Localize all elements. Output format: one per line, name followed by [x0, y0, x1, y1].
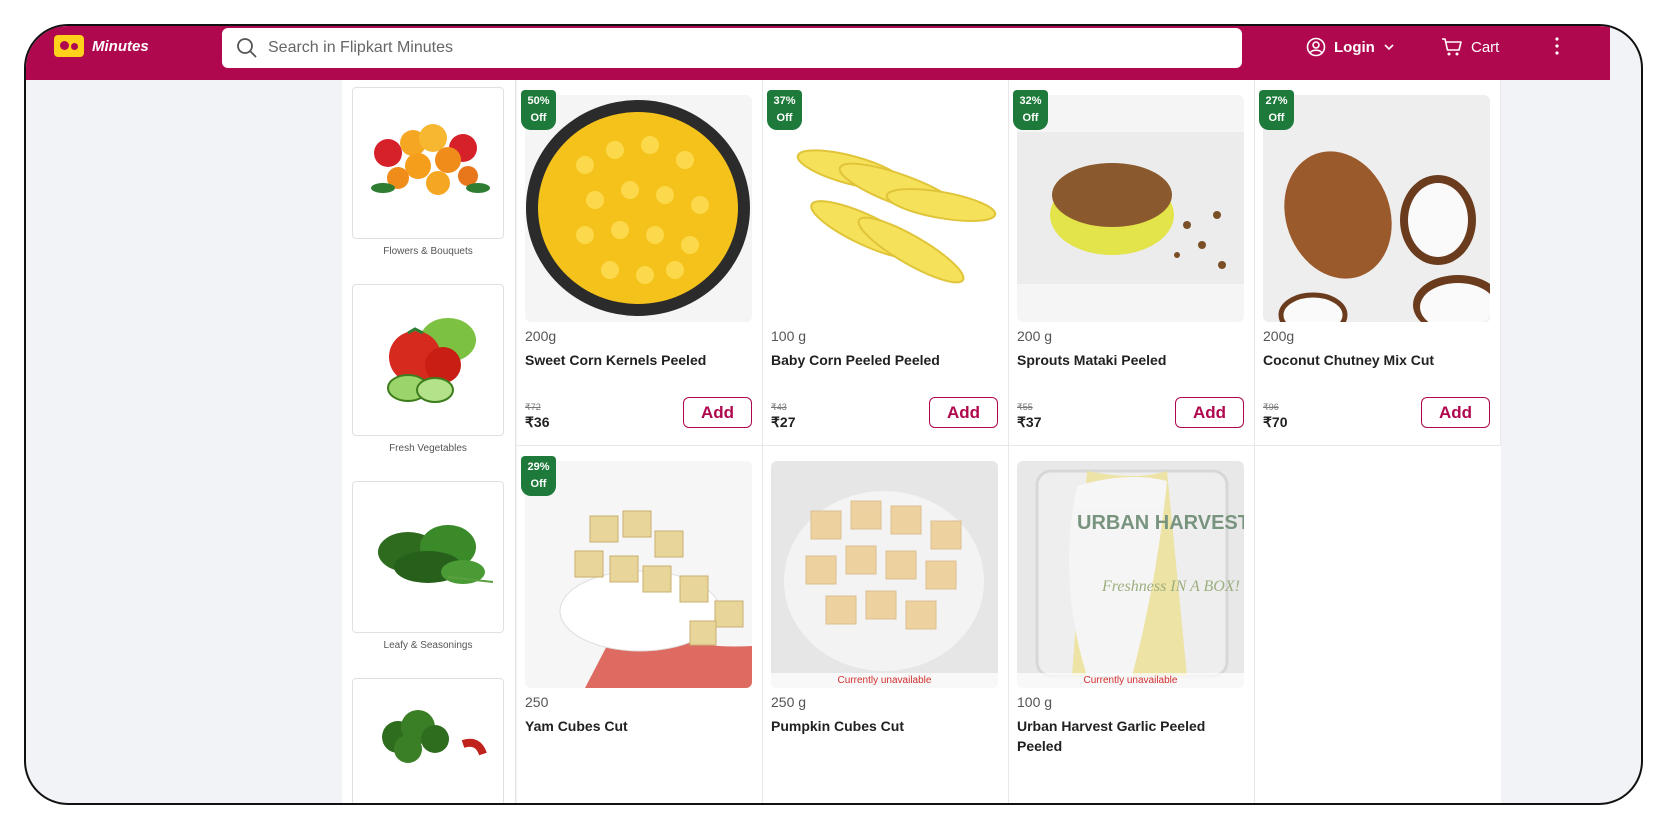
- product-name: Sweet Corn Kernels Peeled: [525, 352, 707, 368]
- add-to-cart-button[interactable]: Add: [683, 397, 752, 428]
- sprouts-image: [1017, 95, 1244, 322]
- brand-logo[interactable]: Minutes: [54, 35, 149, 57]
- category-more[interactable]: [352, 678, 504, 803]
- flowers-image: [352, 87, 504, 239]
- cart-icon: [1442, 38, 1462, 56]
- category-flowers[interactable]: Flowers & Bouquets: [352, 87, 504, 257]
- product-mrp: ₹96: [1263, 402, 1279, 412]
- product-quantity: 250: [525, 694, 549, 710]
- vegetables-image: [352, 284, 504, 436]
- category-label: Fresh Vegetables: [389, 443, 467, 454]
- category-label: Leafy & Seasonings: [383, 640, 473, 651]
- garlic-pack-image: URBAN HARVEST Freshness IN A BOX! Curren…: [1017, 461, 1244, 688]
- product-card[interactable]: Currently unavailable 250 g Pumpkin Cube…: [763, 446, 1009, 803]
- product-card[interactable]: 27% Off 200g Coconut Chutney Mix Cut ₹96 …: [1255, 80, 1501, 446]
- add-to-cart-button[interactable]: Add: [1175, 397, 1244, 428]
- login-menu[interactable]: Login: [1306, 37, 1395, 57]
- category-sidebar: Flowers & Bouquets Fresh Vegetables Leaf…: [342, 80, 516, 803]
- product-card[interactable]: 50% Off 200g Sweet Corn Kernels Peeled ₹7…: [517, 80, 763, 446]
- search-input[interactable]: [268, 39, 1168, 57]
- product-name: Sprouts Mataki Peeled: [1017, 352, 1167, 368]
- product-card[interactable]: 37% Off 100 g Baby Corn Peeled Peeled ₹43…: [763, 80, 1009, 446]
- category-vegetables[interactable]: Fresh Vegetables: [352, 284, 504, 454]
- product-quantity: 200 g: [1017, 328, 1053, 344]
- product-price: ₹36: [525, 414, 550, 430]
- discount-badge: 37% Off: [767, 90, 802, 130]
- cart-label: Cart: [1471, 38, 1500, 56]
- product-mrp: ₹72: [525, 402, 541, 412]
- kebab-menu-icon: [1555, 37, 1559, 55]
- product-quantity: 100 g: [1017, 694, 1053, 710]
- brand-name: Minutes: [92, 37, 149, 55]
- category-leafy[interactable]: Leafy & Seasonings: [352, 481, 504, 651]
- app-frame: Minutes Login: [24, 24, 1643, 805]
- pumpkin-image: Currently unavailable: [771, 461, 998, 688]
- product-name: Yam Cubes Cut: [525, 718, 628, 734]
- product-quantity: 100 g: [771, 328, 807, 344]
- product-mrp: ₹43: [771, 402, 787, 412]
- login-label: Login: [1334, 38, 1375, 56]
- product-mrp: ₹55: [1017, 402, 1033, 412]
- product-quantity: 200g: [525, 328, 557, 344]
- yam-image: [525, 461, 752, 688]
- product-name: Pumpkin Cubes Cut: [771, 718, 905, 734]
- pack-tagline-text: Freshness IN A BOX!: [1101, 578, 1240, 595]
- coconut-image: [1263, 95, 1490, 322]
- discount-badge: 29% Off: [521, 456, 556, 496]
- scooter-logo-icon: [54, 35, 84, 57]
- search-bar[interactable]: [222, 28, 1242, 68]
- category-label: Flowers & Bouquets: [383, 246, 473, 257]
- user-icon: [1306, 37, 1326, 57]
- leafy-image: [352, 481, 504, 633]
- product-quantity: 200g: [1263, 328, 1295, 344]
- discount-badge: 27% Off: [1259, 90, 1294, 130]
- product-name: Baby Corn Peeled Peeled: [771, 352, 940, 368]
- product-quantity: 250 g: [771, 694, 807, 710]
- broccoli-image: [352, 678, 504, 803]
- product-card[interactable]: 32% Off 200 g Sprouts Mataki Peeled ₹55 ₹…: [1009, 80, 1255, 446]
- product-name: Coconut Chutney Mix Cut: [1263, 352, 1435, 368]
- pack-brand-text: URBAN HARVEST: [1077, 512, 1244, 534]
- unavailable-label: Currently unavailable: [771, 673, 998, 688]
- chevron-down-icon: [1384, 44, 1394, 51]
- baby-corn-image: [771, 95, 998, 322]
- add-to-cart-button[interactable]: Add: [929, 397, 998, 428]
- top-navbar: Minutes Login: [26, 26, 1610, 80]
- discount-badge: 50% Off: [521, 90, 556, 130]
- product-price: ₹27: [771, 414, 796, 430]
- product-price: ₹70: [1263, 414, 1288, 430]
- search-icon: [237, 38, 257, 58]
- product-card[interactable]: URBAN HARVEST Freshness IN A BOX! Curren…: [1009, 446, 1255, 803]
- product-name: Urban Harvest Garlic Peeled Peeled: [1017, 718, 1206, 754]
- sweet-corn-image: [525, 95, 752, 322]
- discount-badge: 32% Off: [1013, 90, 1048, 130]
- product-price: ₹37: [1017, 414, 1042, 430]
- unavailable-label: Currently unavailable: [1017, 673, 1244, 688]
- more-options-button[interactable]: [1554, 36, 1560, 56]
- add-to-cart-button[interactable]: Add: [1421, 397, 1490, 428]
- product-grid: 50% Off 200g Sweet Corn Kernels Peeled ₹7…: [517, 80, 1501, 803]
- cart-button[interactable]: Cart: [1441, 37, 1499, 57]
- product-card[interactable]: 29% Off 250 Yam Cubes Cut: [517, 446, 763, 803]
